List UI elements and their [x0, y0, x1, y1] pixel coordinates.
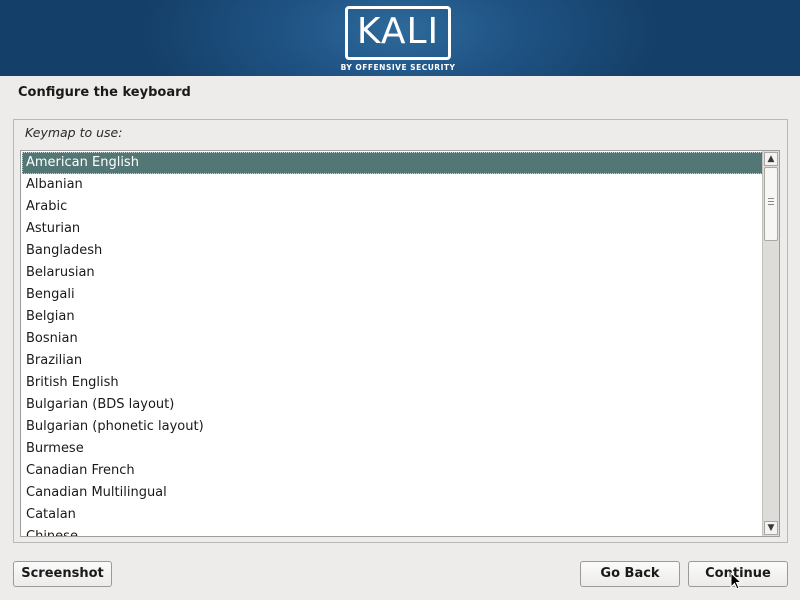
kali-logo-text: KALI [356, 11, 440, 52]
keymap-list: American English Albanian Arabic Asturian Ba… [22, 152, 763, 536]
keymap-option[interactable]: Chinese [22, 526, 763, 536]
go-back-button[interactable]: Go Back [580, 561, 680, 587]
keymap-option[interactable]: American English [22, 152, 763, 174]
scroll-up-arrow-icon[interactable]: ▲ [764, 152, 778, 166]
page-title: Configure the keyboard [18, 85, 191, 100]
kali-logo-subtitle: BY OFFENSIVE SECURITY [340, 63, 456, 72]
keymap-option[interactable]: Catalan [22, 504, 763, 526]
keymap-option[interactable]: Bangladesh [22, 240, 763, 262]
keymap-option[interactable]: Bulgarian (phonetic layout) [22, 416, 763, 438]
scrollbar-thumb[interactable] [764, 167, 778, 241]
keymap-option[interactable]: British English [22, 372, 763, 394]
keymap-option[interactable]: Belarusian [22, 262, 763, 284]
kali-banner: KALI BY OFFENSIVE SECURITY [0, 0, 800, 76]
keymap-prompt: Keymap to use: [25, 125, 123, 140]
keymap-option[interactable]: Bosnian [22, 328, 763, 350]
keymap-option[interactable]: Albanian [22, 174, 763, 196]
keymap-option[interactable]: Belgian [22, 306, 763, 328]
keymap-listbox[interactable]: American English Albanian Arabic Asturian Ba… [20, 150, 780, 537]
keymap-option[interactable]: Burmese [22, 438, 763, 460]
screenshot-button[interactable]: Screenshot [13, 561, 112, 587]
keymap-scrollbar[interactable]: ▲ ▼ [762, 151, 779, 536]
scroll-down-arrow-icon[interactable]: ▼ [764, 521, 778, 535]
keymap-option[interactable]: Canadian French [22, 460, 763, 482]
keymap-option[interactable]: Arabic [22, 196, 763, 218]
keymap-option[interactable]: Asturian [22, 218, 763, 240]
keymap-option[interactable]: Canadian Multilingual [22, 482, 763, 504]
keymap-option[interactable]: Brazilian [22, 350, 763, 372]
mouse-pointer-icon [730, 572, 742, 590]
keymap-option[interactable]: Bengali [22, 284, 763, 306]
keymap-option[interactable]: Bulgarian (BDS layout) [22, 394, 763, 416]
